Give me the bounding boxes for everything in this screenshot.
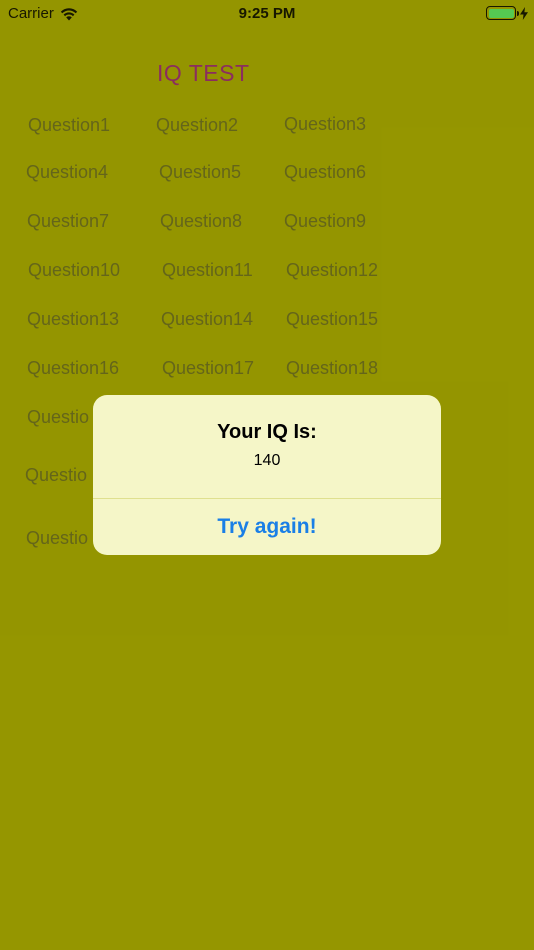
try-again-button[interactable]: Try again!: [93, 499, 441, 555]
iq-score: 140: [253, 452, 281, 469]
app-screen: Carrier 9:25 PM IQ TEST Question1 Questi…: [0, 0, 534, 950]
alert-title: Your IQ Is:: [217, 421, 317, 443]
result-alert: Your IQ Is: 140 Try again!: [93, 395, 441, 555]
